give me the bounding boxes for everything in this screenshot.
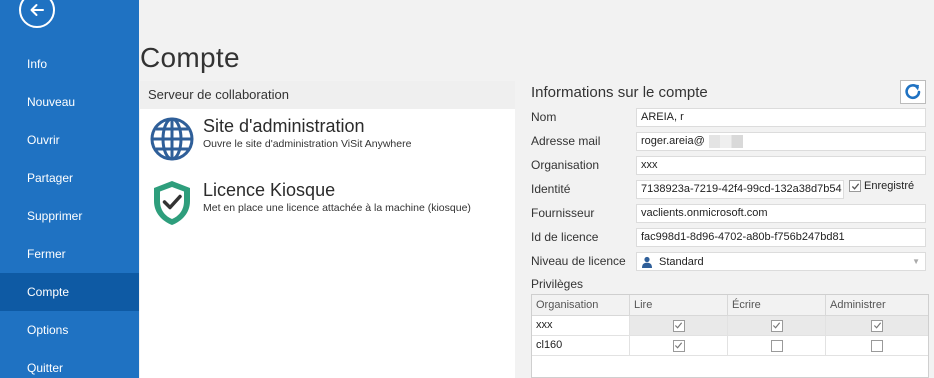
registered-check[interactable]: Enregistré — [849, 180, 914, 192]
table-row[interactable]: cl160 — [532, 336, 928, 356]
refresh-button[interactable] — [900, 80, 926, 104]
col-lire[interactable]: Lire — [630, 295, 728, 315]
collaboration-panel: Serveur de collaboration Site d'administ… — [140, 81, 515, 378]
ecrire-cell — [728, 336, 826, 355]
col-ecrire[interactable]: Écrire — [728, 295, 826, 315]
org-label: Organisation — [531, 158, 600, 172]
checkmark-icon — [851, 182, 859, 190]
mail-label: Adresse mail — [531, 134, 601, 148]
ecrire-checkbox[interactable] — [770, 319, 783, 332]
lire-checkbox[interactable] — [672, 319, 685, 332]
nav-item-fermer[interactable]: Fermer — [0, 235, 139, 273]
nav-item-options[interactable]: Options — [0, 311, 139, 349]
mail-field[interactable]: roger.areia@ — [636, 132, 926, 151]
nav-item-supprimer[interactable]: Supprimer — [0, 197, 139, 235]
fournisseur-field[interactable]: vaclients.onmicrosoft.com — [636, 204, 926, 223]
table-header: Organisation Lire Écrire Administrer — [532, 295, 928, 316]
admin-site-desc: Ouvre le site d'administration ViSit Any… — [203, 138, 412, 150]
globe-icon — [148, 115, 196, 163]
identite-label: Identité — [531, 182, 571, 196]
ecrire-cell — [728, 316, 826, 335]
checkmark-icon — [772, 322, 781, 329]
registered-label: Enregistré — [864, 180, 915, 192]
chevron-down-icon: ▼ — [912, 257, 920, 266]
lire-cell — [630, 336, 728, 355]
admin-site-action[interactable]: Site d'administration Ouvre le site d'ad… — [148, 115, 411, 163]
page-title: Compte — [140, 42, 240, 73]
nav-item-ouvrir[interactable]: Ouvrir — [0, 121, 139, 159]
ecrire-checkbox[interactable] — [770, 339, 783, 352]
col-administrer[interactable]: Administrer — [826, 295, 928, 315]
registered-checkbox[interactable] — [849, 180, 861, 192]
collab-section-header: Serveur de collaboration — [140, 81, 515, 109]
kiosk-licence-desc: Met en place une licence attachée à la m… — [203, 202, 471, 214]
mail-value: roger.areia@ — [641, 135, 705, 147]
licence-id-field[interactable]: fac998d1-8d96-4702-a80b-f756b247bd81 — [636, 228, 926, 247]
row-org: xxx — [532, 316, 630, 335]
nav-item-compte[interactable]: Compte — [0, 273, 139, 311]
arrow-left-icon — [30, 4, 44, 16]
refresh-icon — [905, 84, 921, 100]
nav-item-nouveau[interactable]: Nouveau — [0, 83, 139, 121]
shield-check-icon — [148, 179, 196, 227]
nav-item-quitter[interactable]: Quitter — [0, 349, 139, 378]
nav-item-partager[interactable]: Partager — [0, 159, 139, 197]
lire-checkbox[interactable] — [672, 339, 685, 352]
privileges-table: Organisation Lire Écrire Administrer xxx… — [531, 294, 929, 378]
account-info-title: Informations sur le compte — [531, 84, 708, 101]
nav-item-info[interactable]: Info — [0, 45, 139, 83]
identite-field[interactable]: 7138923a-7219-42f4-99cd-132a38d7b54 — [636, 180, 844, 199]
licence-level-value: Standard — [659, 255, 704, 268]
licence-id-label: Id de licence — [531, 230, 599, 244]
niveau-label: Niveau de licence — [531, 254, 626, 268]
checkmark-icon — [674, 322, 683, 329]
checkmark-icon — [674, 342, 683, 349]
admin-cell — [826, 336, 928, 355]
nom-label: Nom — [531, 110, 557, 124]
redacted-block — [708, 134, 743, 148]
lire-cell — [630, 316, 728, 335]
col-organisation[interactable]: Organisation — [532, 295, 630, 315]
licence-level-select[interactable]: Standard ▼ — [636, 252, 926, 271]
user-icon — [642, 256, 652, 268]
nom-field[interactable]: AREIA, r — [636, 108, 926, 127]
backstage-sidebar: Info Nouveau Ouvrir Partager Supprimer F… — [0, 0, 139, 378]
org-field[interactable]: xxx — [636, 156, 926, 175]
admin-checkbox[interactable] — [871, 319, 883, 332]
checkmark-icon — [873, 322, 881, 329]
kiosk-licence-action[interactable]: Licence Kiosque Met en place une licence… — [148, 179, 471, 227]
admin-checkbox[interactable] — [871, 339, 883, 352]
admin-cell — [826, 316, 928, 335]
kiosk-licence-title: Licence Kiosque — [203, 180, 336, 200]
back-button[interactable] — [19, 0, 55, 28]
row-org: cl160 — [532, 336, 630, 355]
privileges-label: Privilèges — [531, 277, 584, 291]
admin-site-title: Site d'administration — [203, 116, 365, 136]
table-row[interactable]: xxx — [532, 316, 928, 336]
account-info-panel: Informations sur le compte Nom AREIA, r … — [531, 80, 929, 378]
fournisseur-label: Fournisseur — [531, 206, 595, 220]
